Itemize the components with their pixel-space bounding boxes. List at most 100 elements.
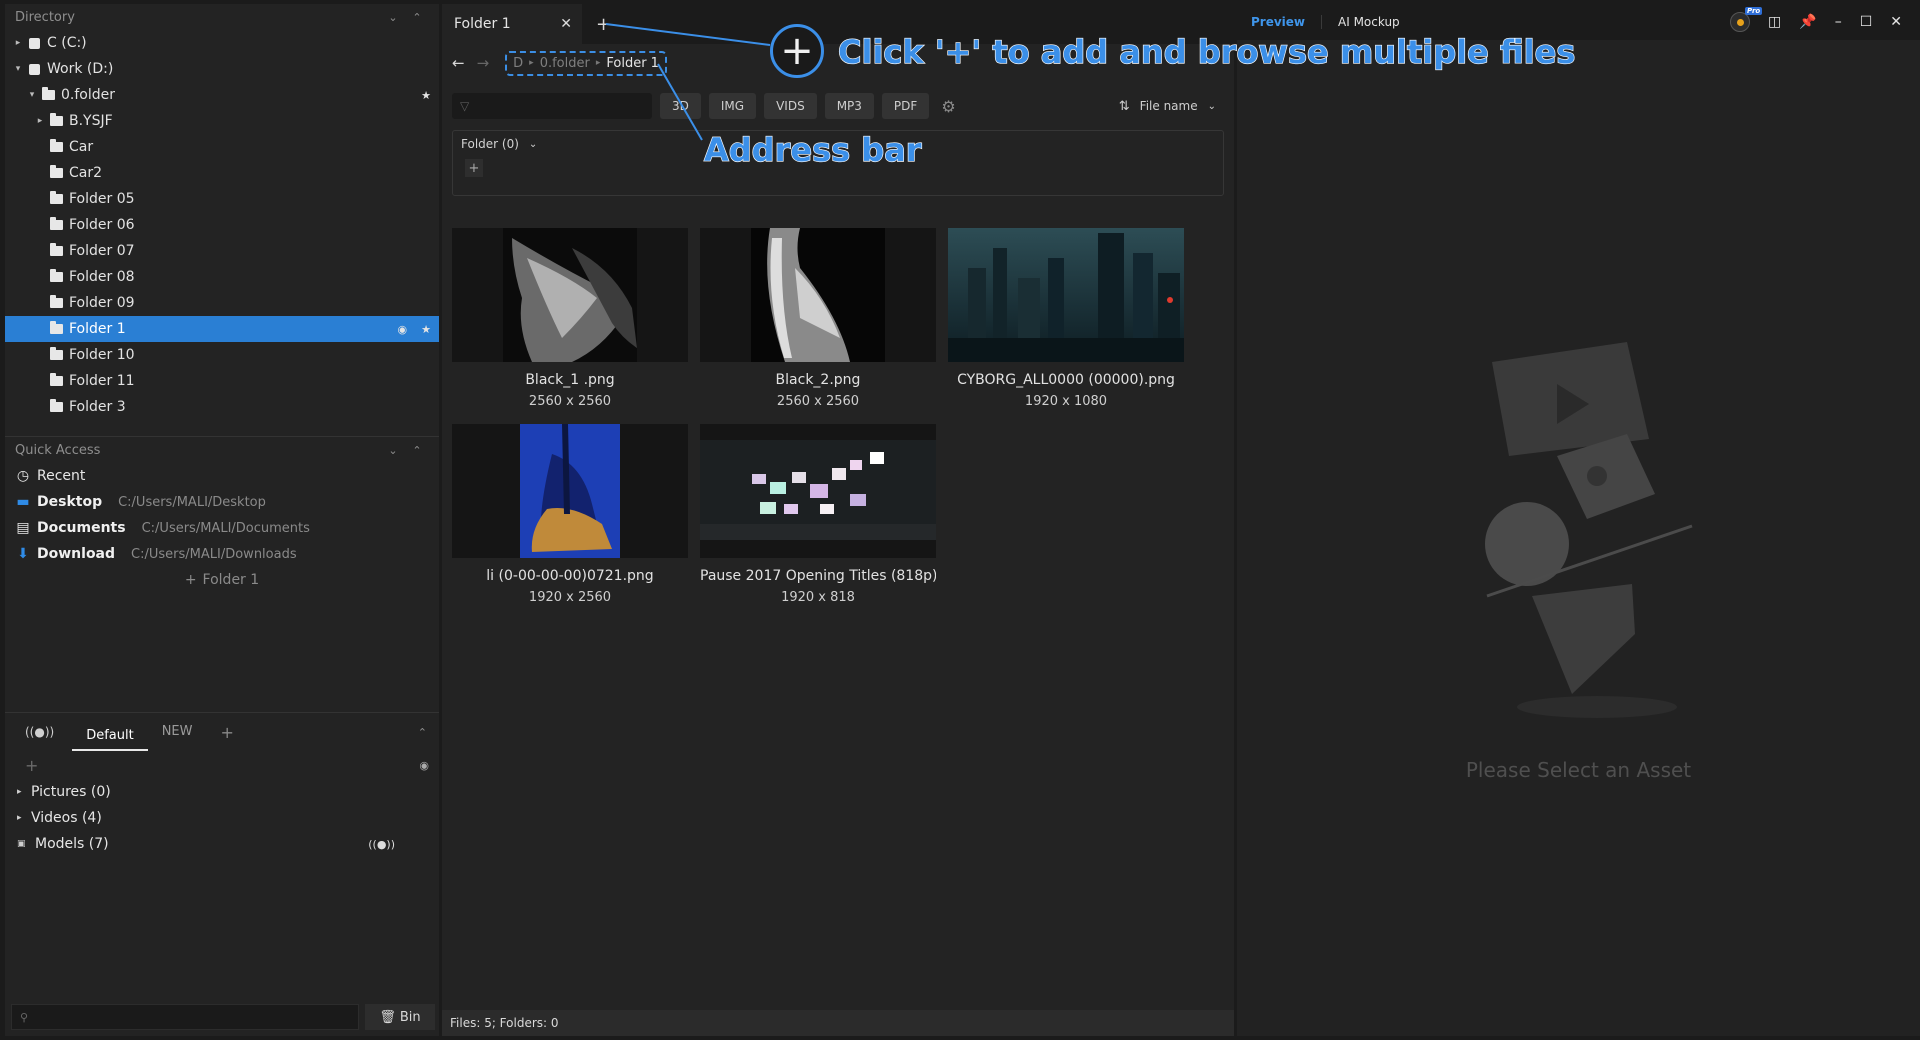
tab-new[interactable]: NEW [148,713,207,751]
filter-chip-3d[interactable]: 3D [660,93,701,119]
tree-item[interactable]: Car [5,134,439,160]
asset-card[interactable]: Pause 2017 Opening Titles (818p)_0( 1920… [700,424,936,614]
collapse-chevron-icon[interactable]: ⌄ [381,444,405,457]
asset-thumbnail[interactable] [452,424,688,558]
chevron-down-icon[interactable]: ⌄ [1208,101,1216,112]
thumbnail-image [452,424,688,558]
collection-group[interactable]: ▸ Pictures (0) [5,779,439,805]
star-icon[interactable]: ★ [421,323,431,336]
broadcast-icon[interactable]: ((●)) [25,725,54,739]
back-arrow-icon[interactable]: ← [452,54,465,72]
tree-item[interactable]: ▸ C (C:) [5,30,439,56]
asset-card[interactable]: Black_2.png 2560 x 2560 [700,228,936,418]
chevron-down-icon[interactable]: ▾ [25,90,39,100]
tab-ai-mockup[interactable]: AI Mockup [1338,15,1400,29]
eye-icon[interactable]: ◉ [398,323,408,336]
directory-tree: ▸ C (C:) ▾ Work (D:) ▾ 0.folder ★ ▸ B.YSJF Car Car… [5,30,439,430]
add-quick-access-button[interactable]: + Folder 1 [5,567,439,593]
quick-access-item[interactable]: ⬇ Download C:/Users/MALI/Downloads [5,541,439,567]
folder-section-label: Folder (0) [461,137,519,151]
asset-thumbnail[interactable] [700,228,936,362]
breadcrumb-item[interactable]: D [513,56,523,71]
tree-item[interactable]: ▾ 0.folder ★ [5,82,439,108]
sort-icon[interactable]: ⇅ [1119,99,1130,114]
asset-thumbnail[interactable] [948,228,1184,362]
forward-arrow-icon[interactable]: → [477,54,490,72]
asset-card[interactable]: CYBORG_ALL0000 (00000).png 1920 x 1080 [948,228,1184,418]
quick-access-item[interactable]: ▤ Documents C:/Users/MALI/Documents [5,515,439,541]
bin-button[interactable]: 🗑 Bin [365,1004,435,1030]
add-folder-button[interactable]: + [465,159,483,177]
breadcrumb[interactable]: D ▸ 0.folder ▸ Folder 1 [505,50,667,76]
breadcrumb-item[interactable]: 0.folder [540,56,590,71]
tree-item[interactable]: Folder 06 [5,212,439,238]
folder-icon [47,191,65,206]
filter-icon: ▽ [460,99,470,113]
filter-chip-mp3[interactable]: MP3 [824,93,874,119]
tab-default[interactable]: Default [72,721,148,751]
tree-item-label: Folder 10 [69,347,135,363]
eye-icon[interactable]: ◉ [419,759,429,772]
minimize-icon[interactable]: – [1835,14,1842,30]
close-icon[interactable]: ✕ [560,16,572,32]
left-panel: Directory ⌄ ⌃ ▸ C (C:) ▾ Work (D:) ▾ 0.folder… [5,4,439,1036]
panel-layout-icon[interactable]: ◫ [1768,14,1781,30]
chevron-down-icon[interactable]: ▾ [11,64,25,74]
chevron-down-icon[interactable]: ⌄ [529,139,537,150]
tab-folder-1[interactable]: Folder 1 ✕ [442,4,582,44]
tree-item[interactable]: Folder 07 [5,238,439,264]
add-tab-icon[interactable]: + [221,723,234,742]
add-collection-icon[interactable]: + [25,756,38,775]
asset-dimensions: 1920 x 2560 [528,590,612,605]
tree-item[interactable]: Folder 3 [5,394,439,420]
filter-chip-img[interactable]: IMG [708,93,757,119]
star-icon[interactable]: ★ [421,89,431,102]
quick-access-label: Desktop [37,494,103,510]
maximize-icon[interactable]: ☐ [1860,14,1873,30]
asset-name: CYBORG_ALL0000 (00000).png [957,372,1175,388]
breadcrumb-item-current[interactable]: Folder 1 [606,56,659,71]
tree-item[interactable]: Car2 [5,160,439,186]
tree-item[interactable]: Folder 11 [5,368,439,394]
chevron-right-icon[interactable]: ▸ [11,38,25,48]
tree-item-label: Car2 [69,165,103,181]
asset-card[interactable]: Black_1 .png 2560 x 2560 [452,228,688,418]
tree-item[interactable]: Folder 08 [5,264,439,290]
tab-preview[interactable]: Preview [1251,15,1305,29]
close-window-icon[interactable]: ✕ [1890,14,1902,30]
asset-name: Black_1 .png [525,372,615,388]
quick-access-recent[interactable]: ◷ Recent [5,463,439,489]
asset-thumbnail[interactable] [452,228,688,362]
collapse-chevron-icon[interactable]: ⌄ [381,11,405,24]
add-quick-access-label: Folder 1 [202,572,260,588]
collection-label: Pictures (0) [31,784,111,800]
filter-chip-pdf[interactable]: PDF [881,93,930,119]
collection-group[interactable]: ▣ Models (7) ((●)) [5,831,439,857]
tree-item[interactable]: Folder 1 ◉ ★ [5,316,439,342]
collection-group[interactable]: ▸ Videos (4) [5,805,439,831]
filter-chip-vids[interactable]: VIDS [764,93,817,119]
minimize-section-icon[interactable]: ⌃ [405,11,429,24]
chevron-right-icon[interactable]: ▸ [33,116,47,126]
tree-item[interactable]: Folder 05 [5,186,439,212]
asset-card[interactable]: li (0-00-00-00)0721.png 1920 x 2560 [452,424,688,614]
tree-item[interactable]: Folder 10 [5,342,439,368]
broadcast-icon[interactable]: ((●)) [368,838,395,851]
asset-thumbnail[interactable] [700,424,936,558]
add-tab-button[interactable]: + [596,14,611,35]
search-input[interactable]: ⚲ [11,1004,359,1030]
pin-icon[interactable]: 📌 [1799,14,1816,30]
quick-access-item[interactable]: ▬ Desktop C:/Users/MALI/Desktop [5,489,439,515]
filter-input[interactable]: ▽ [452,93,652,119]
minimize-section-icon[interactable]: ⌃ [405,444,429,457]
tree-item[interactable]: Folder 09 [5,290,439,316]
sort-control[interactable]: ⇅ File name ⌄ [1111,93,1224,119]
tree-item[interactable]: ▸ B.YSJF [5,108,439,134]
avatar[interactable]: Pro [1730,7,1763,32]
quick-access-title: Quick Access [15,442,101,458]
tree-item[interactable]: ▾ Work (D:) [5,56,439,82]
chevron-right-icon: ▸ [17,813,22,823]
gear-icon[interactable]: ⚙ [941,97,955,116]
asset-dimensions: 1920 x 818 [781,590,855,605]
minimize-section-icon[interactable]: ⌃ [418,726,427,739]
